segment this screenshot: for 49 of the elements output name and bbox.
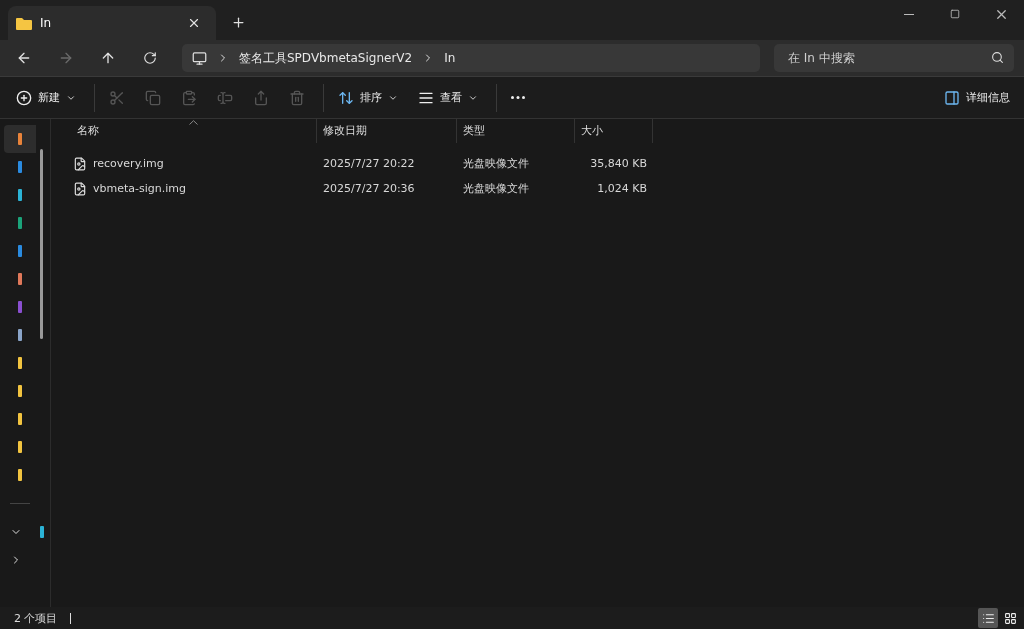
type-cell-text: 光盘映像文件 [462, 156, 530, 171]
panel-icon [944, 89, 960, 106]
arrow-right-icon [58, 50, 74, 66]
rename-icon [217, 89, 233, 106]
file-name[interactable]: recovery.img [93, 157, 164, 170]
monitor-icon [192, 50, 207, 66]
breadcrumb[interactable]: 签名工具SPDVbmetaSignerV2 [239, 49, 413, 67]
copy-icon [145, 89, 161, 106]
scrollbar[interactable] [40, 149, 43, 339]
tab-title: In [40, 16, 53, 30]
file-icon [73, 156, 87, 171]
search-icon [991, 51, 1004, 64]
list-icon [981, 611, 995, 625]
column-header[interactable]: 修改日期 [317, 119, 457, 143]
file-icon [73, 181, 87, 196]
folder-icon [16, 16, 32, 30]
minimize-icon [904, 13, 914, 15]
share-icon [253, 89, 269, 106]
details-view-button[interactable] [978, 608, 998, 628]
new-button[interactable]: 新建 [8, 81, 84, 114]
search-field[interactable]: 在 In 中搜索 [774, 44, 1014, 72]
column-header[interactable]: 名称 [71, 119, 317, 143]
grid-icon [1003, 611, 1017, 625]
refresh-icon [143, 51, 157, 65]
tab[interactable]: In [8, 6, 216, 40]
date-cell-text: 2025/7/27 20:22 [322, 157, 416, 170]
sidebar-item[interactable] [4, 125, 36, 153]
more-icon [511, 96, 525, 99]
size-cell-text: 1,024 KB [596, 182, 648, 195]
column-header[interactable]: 大小 [575, 119, 653, 143]
close-icon [187, 16, 201, 30]
type-cell-text: 光盘映像文件 [462, 181, 530, 196]
plus-icon [230, 14, 246, 30]
maximize-icon [950, 9, 960, 19]
cut-icon [109, 89, 125, 106]
breadcrumb[interactable]: In [444, 51, 456, 65]
size-cell-text: 35,840 KB [589, 157, 648, 170]
view-button[interactable]: 查看 [410, 81, 486, 114]
file-name[interactable]: vbmeta-sign.img [93, 182, 186, 195]
sort-icon [338, 89, 354, 106]
details-button[interactable]: 详细信息 [938, 88, 1016, 107]
paste-icon [181, 89, 197, 106]
address-bar[interactable]: 签名工具SPDVbmetaSignerV2 In [182, 44, 760, 72]
column-header[interactable]: 类型 [457, 119, 575, 143]
item-count: 2 个项目 [14, 610, 58, 626]
date-cell-text: 2025/7/27 20:36 [322, 182, 416, 195]
new-icon [16, 89, 32, 106]
sort-button[interactable]: 排序 [330, 81, 406, 114]
delete-icon [289, 89, 305, 106]
